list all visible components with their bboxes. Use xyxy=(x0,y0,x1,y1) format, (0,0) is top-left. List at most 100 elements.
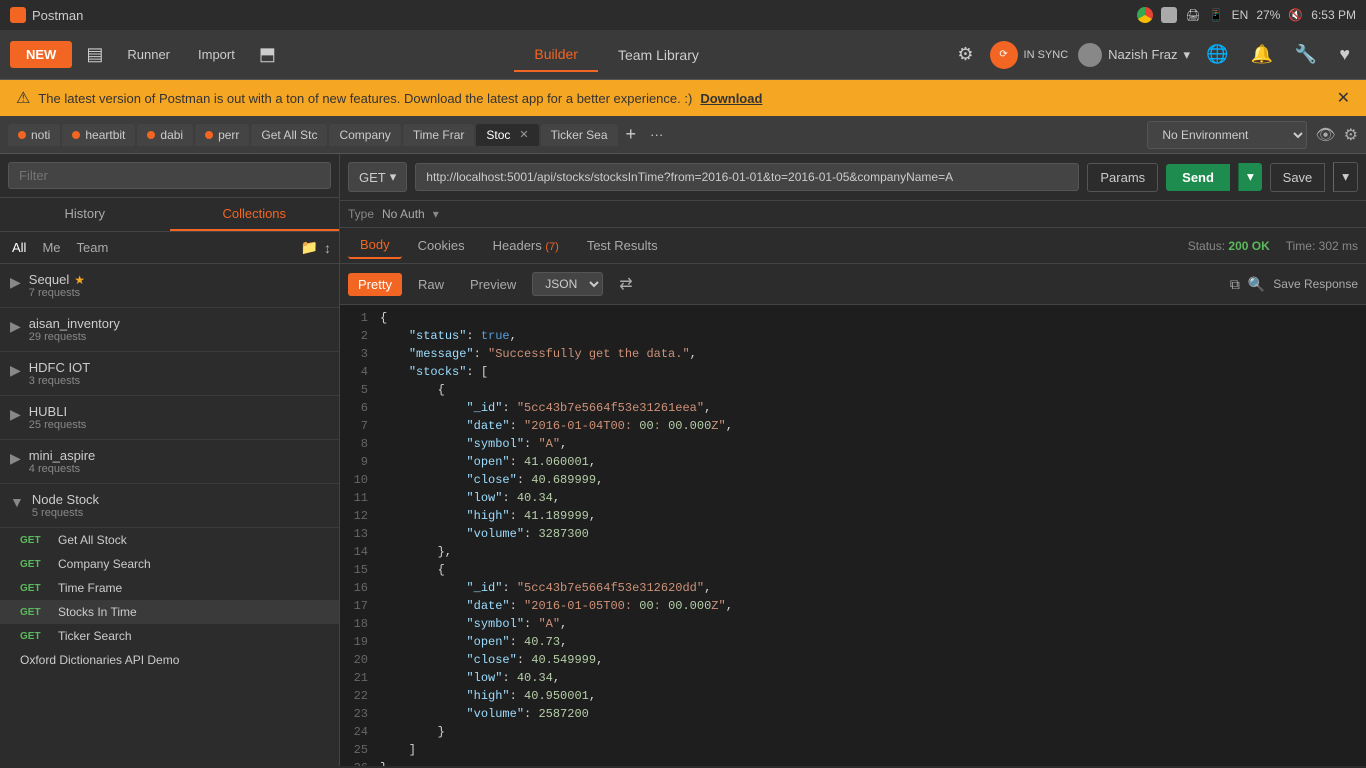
url-input[interactable] xyxy=(415,163,1079,191)
line-content: "volume": 2587200 xyxy=(380,705,1366,723)
request-stocks-in-time[interactable]: GET Stocks In Time xyxy=(0,600,339,624)
runner-button[interactable]: Runner xyxy=(117,41,180,68)
code-line: 21 "low": 40.34, xyxy=(340,669,1366,687)
eye-icon[interactable]: 👁 xyxy=(1315,125,1335,145)
subtab-all[interactable]: All xyxy=(8,238,30,257)
import-button[interactable]: Import xyxy=(188,41,245,68)
wrench-icon[interactable]: 🔧 xyxy=(1289,38,1323,71)
params-button[interactable]: Params xyxy=(1087,163,1158,192)
subtab-me[interactable]: Me xyxy=(38,238,64,257)
req-tab-company[interactable]: Company xyxy=(329,124,400,146)
pretty-view-button[interactable]: Pretty xyxy=(348,273,402,296)
req-tab-stoc[interactable]: Stoc ✕ xyxy=(476,124,538,146)
collection-hubli[interactable]: ▶ HUBLI 25 requests xyxy=(0,396,339,440)
method-badge-get: GET xyxy=(20,559,50,570)
filter-input[interactable] xyxy=(8,162,331,189)
wrap-button[interactable]: ⇄ xyxy=(609,270,642,298)
notif-warning-icon: ⚠ xyxy=(16,88,30,108)
bell-icon[interactable]: 🔔 xyxy=(1244,38,1278,71)
user-area[interactable]: Nazish Fraz ▾ xyxy=(1078,43,1190,67)
tab-label: Company xyxy=(339,128,390,142)
line-number: 14 xyxy=(340,543,380,561)
request-company-search[interactable]: GET Company Search xyxy=(0,552,339,576)
preview-view-button[interactable]: Preview xyxy=(460,273,526,296)
new-window-button[interactable]: ⬒ xyxy=(253,38,282,71)
team-library-tab[interactable]: Team Library xyxy=(598,38,719,72)
time-label: Time: 302 ms xyxy=(1286,239,1358,253)
line-number: 4 xyxy=(340,363,380,381)
request-get-all-stock[interactable]: GET Get All Stock xyxy=(0,528,339,552)
request-ticker-search[interactable]: GET Ticker Search xyxy=(0,624,339,648)
title-bar-right: 🖨 📱 EN 27% 🔇 6:53 PM xyxy=(1137,7,1356,23)
save-response-button[interactable]: Save Response xyxy=(1273,276,1358,293)
request-oxford[interactable]: Oxford Dictionaries API Demo xyxy=(0,648,339,672)
test-results-tab[interactable]: Test Results xyxy=(575,233,670,258)
collection-sequel[interactable]: ▶ Sequel ★ 7 requests xyxy=(0,264,339,308)
globe-icon[interactable]: 🌐 xyxy=(1200,38,1234,71)
auth-type-value: No Auth xyxy=(382,207,425,221)
subtab-team[interactable]: Team xyxy=(73,238,113,257)
collection-info: HUBLI 25 requests xyxy=(29,404,329,431)
search-button[interactable]: 🔍 xyxy=(1248,276,1265,293)
collection-aisan-inventory[interactable]: ▶ aisan_inventory 29 requests xyxy=(0,308,339,352)
format-select[interactable]: JSON XML HTML Text xyxy=(532,272,603,296)
collection-mini-aspire[interactable]: ▶ mini_aspire 4 requests xyxy=(0,440,339,484)
notif-close-button[interactable]: ✕ xyxy=(1337,88,1350,108)
postman-icon xyxy=(10,7,26,23)
new-button[interactable]: NEW xyxy=(10,41,72,68)
more-tabs-button[interactable]: ··· xyxy=(644,125,669,144)
method-select[interactable]: GET ▾ xyxy=(348,162,407,192)
sidebar-toggle-button[interactable]: ▤ xyxy=(80,38,109,71)
copy-button[interactable]: ⧉ xyxy=(1230,276,1240,293)
sync-label: IN SYNC xyxy=(1024,49,1069,61)
line-content: } xyxy=(380,759,1366,766)
send-button[interactable]: Send xyxy=(1166,164,1230,191)
request-name: Stocks In Time xyxy=(58,605,137,619)
headers-tab[interactable]: Headers (7) xyxy=(481,233,571,258)
auth-dropdown-icon[interactable]: ▾ xyxy=(433,207,439,221)
chrome-icon xyxy=(1137,7,1153,23)
req-tab-getallstc[interactable]: Get All Stc xyxy=(251,124,327,146)
req-tab-dabi[interactable]: dabi xyxy=(137,124,193,146)
request-time-frame[interactable]: GET Time Frame xyxy=(0,576,339,600)
add-tab-button[interactable]: + xyxy=(620,122,643,147)
cookies-tab[interactable]: Cookies xyxy=(406,233,477,258)
raw-view-button[interactable]: Raw xyxy=(408,273,454,296)
sort-button[interactable]: ↕ xyxy=(324,239,331,256)
env-settings-icon[interactable]: ⚙ xyxy=(1344,125,1358,145)
code-line: 4 "stocks": [ xyxy=(340,363,1366,381)
builder-tab[interactable]: Builder xyxy=(514,38,598,72)
body-tab[interactable]: Body xyxy=(348,232,402,259)
heart-icon[interactable]: ♥ xyxy=(1333,38,1356,71)
new-collection-button[interactable]: 📁 xyxy=(301,239,318,256)
time-display: 6:53 PM xyxy=(1311,8,1356,22)
line-content: { xyxy=(380,561,1366,579)
headers-count: (7) xyxy=(545,241,558,253)
collection-name: mini_aspire xyxy=(29,448,329,463)
lang-indicator: EN xyxy=(1232,8,1249,22)
mute-icon: 🔇 xyxy=(1288,8,1303,22)
request-response-area: GET ▾ Params Send ▾ Save ▾ Type No Auth … xyxy=(340,154,1366,766)
line-number: 7 xyxy=(340,417,380,435)
tab-label: heartbit xyxy=(85,128,125,142)
notif-download-link[interactable]: Download xyxy=(700,91,762,106)
tab-label: Time Frar xyxy=(413,128,465,142)
send-dropdown-button[interactable]: ▾ xyxy=(1238,163,1262,191)
save-button[interactable]: Save xyxy=(1270,163,1326,192)
req-tab-timeframe[interactable]: Time Frar xyxy=(403,124,475,146)
environment-select[interactable]: No Environment xyxy=(1147,121,1307,149)
history-tab[interactable]: History xyxy=(0,198,170,231)
req-tab-tickersea[interactable]: Ticker Sea xyxy=(541,124,618,146)
collection-count: 5 requests xyxy=(32,507,329,519)
collection-hdfc-iot[interactable]: ▶ HDFC IOT 3 requests xyxy=(0,352,339,396)
line-content: ] xyxy=(380,741,1366,759)
line-content: "low": 40.34, xyxy=(380,669,1366,687)
collection-node-stock[interactable]: ▼ Node Stock 5 requests xyxy=(0,484,339,528)
req-tab-perr[interactable]: perr xyxy=(195,124,249,146)
tab-close-button[interactable]: ✕ xyxy=(519,128,528,141)
collections-tab[interactable]: Collections xyxy=(170,198,340,231)
req-tab-noti[interactable]: noti xyxy=(8,124,60,146)
save-dropdown-button[interactable]: ▾ xyxy=(1333,162,1358,192)
req-tab-heartbit[interactable]: heartbit xyxy=(62,124,135,146)
settings-icon[interactable]: ⚙ xyxy=(951,38,979,71)
